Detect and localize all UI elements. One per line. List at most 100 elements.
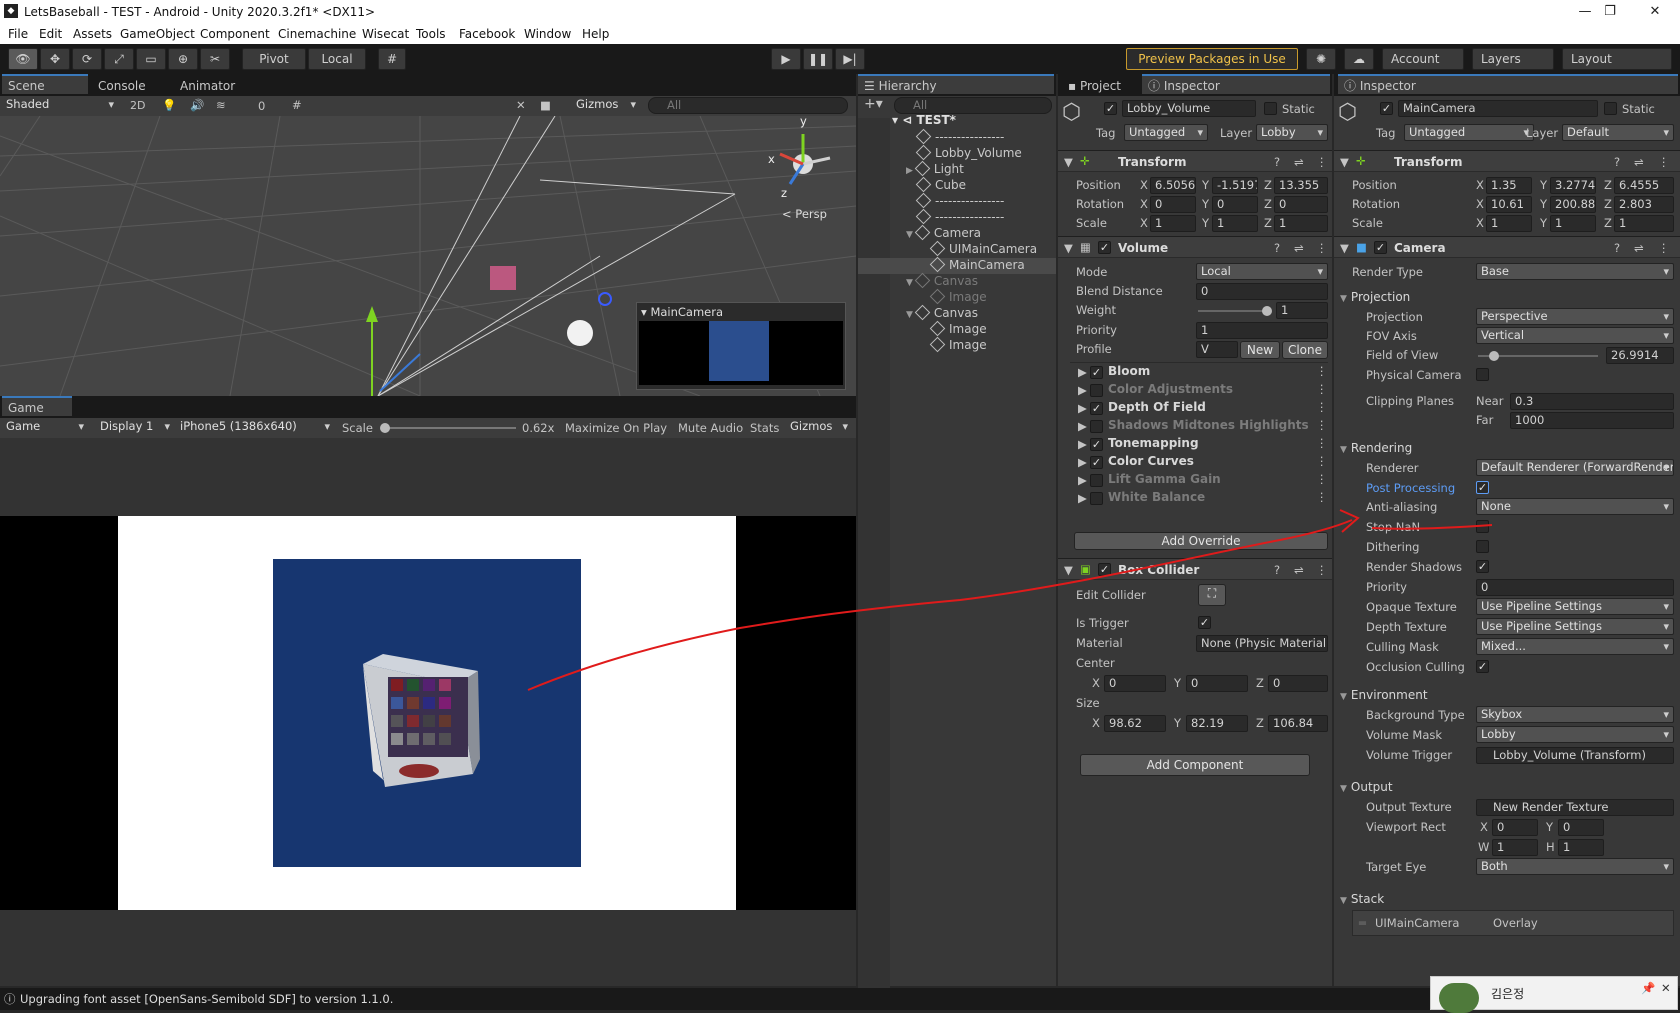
static-checkbox[interactable]: [1264, 102, 1277, 115]
tab-project[interactable]: ▪ Project: [1062, 76, 1142, 96]
profile-field[interactable]: V: [1196, 341, 1238, 358]
scale-y-field[interactable]: 1: [1212, 215, 1258, 232]
context-menu-icon[interactable]: ⋮: [1316, 241, 1328, 255]
context-menu-icon[interactable]: ⋮: [1316, 563, 1328, 577]
expand-arrow-icon[interactable]: ▶: [1078, 419, 1087, 433]
override-checkbox[interactable]: ✓: [1090, 366, 1103, 379]
scale-slider[interactable]: [380, 423, 516, 433]
context-menu-icon[interactable]: ⋮: [1316, 155, 1328, 169]
layer-dropdown[interactable]: Default: [1562, 124, 1674, 141]
override-depth-of-field[interactable]: Depth Of Field: [1108, 400, 1206, 414]
position-y-field[interactable]: 3.2774: [1550, 177, 1596, 194]
override-color-curves[interactable]: Color Curves: [1108, 454, 1194, 468]
fov-field[interactable]: 26.9914: [1606, 347, 1674, 364]
projection-section[interactable]: ▼ Projection: [1340, 290, 1410, 304]
scale-slider-handle[interactable]: [380, 423, 390, 433]
dithering-checkbox[interactable]: [1476, 540, 1489, 553]
hierarchy-item[interactable]: ----------------: [915, 192, 1004, 209]
layer-dropdown[interactable]: Lobby: [1256, 124, 1328, 141]
volume-mask-dropdown[interactable]: Lobby: [1476, 726, 1674, 743]
preset-icon[interactable]: ⇌: [1294, 155, 1304, 169]
layers-dropdown[interactable]: Layers: [1472, 48, 1554, 70]
expand-arrow-icon[interactable]: ▼: [906, 278, 913, 288]
effects-icon[interactable]: ≋: [216, 98, 226, 112]
background-type-dropdown[interactable]: Skybox: [1476, 706, 1674, 723]
menu-component[interactable]: Component: [200, 27, 270, 41]
projection-dropdown[interactable]: Perspective: [1476, 308, 1674, 325]
blend-distance-field[interactable]: 0: [1196, 283, 1328, 300]
weight-slider-handle[interactable]: [1262, 306, 1272, 316]
viewport-h-field[interactable]: 1: [1558, 839, 1604, 856]
override-lift-gamma-gain[interactable]: Lift Gamma Gain: [1108, 472, 1221, 486]
tab-inspector[interactable]: ⓘ Inspector: [1142, 74, 1330, 94]
override-checkbox[interactable]: ✓: [1090, 438, 1103, 451]
override-shadows-midtones-highlights[interactable]: Shadows Midtones Highlights: [1108, 418, 1309, 432]
override-checkbox[interactable]: [1090, 420, 1103, 433]
stop-nan-checkbox[interactable]: [1476, 520, 1489, 533]
expand-arrow-icon[interactable]: ▶: [1078, 437, 1087, 451]
close-button[interactable]: ✕: [1640, 2, 1670, 22]
depth-texture-dropdown[interactable]: Use Pipeline Settings: [1476, 618, 1674, 635]
help-icon[interactable]: ?: [1274, 241, 1280, 255]
scene-viewport[interactable]: y x z < Persp ▾ MainCamera: [0, 116, 856, 396]
tab-scene[interactable]: Scene: [2, 74, 88, 94]
opaque-texture-dropdown[interactable]: Use Pipeline Settings: [1476, 598, 1674, 615]
gizmos-dropdown[interactable]: Gizmos: [572, 97, 640, 114]
fov-slider-handle[interactable]: [1489, 351, 1499, 361]
override-menu-icon[interactable]: ⋮: [1316, 454, 1328, 468]
static-label[interactable]: Static: [1622, 102, 1655, 116]
scale-tool-icon[interactable]: ⤢: [104, 48, 134, 70]
tag-dropdown[interactable]: Untagged: [1124, 124, 1208, 141]
override-menu-icon[interactable]: ⋮: [1316, 436, 1328, 450]
hierarchy-item[interactable]: Image: [929, 288, 987, 305]
hierarchy-item[interactable]: ▼ Canvas: [906, 272, 978, 289]
add-override-button[interactable]: Add Override: [1074, 532, 1328, 550]
transform-header[interactable]: ▼ ✛ Transform ? ⇌ ⋮: [1334, 150, 1680, 172]
collapse-arrow-icon[interactable]: ▼: [1064, 563, 1073, 577]
step-button[interactable]: ▶|: [835, 48, 865, 70]
transform-tool-icon[interactable]: ⊕: [168, 48, 198, 70]
menu-wisecat[interactable]: Wisecat: [362, 27, 409, 41]
move-tool-icon[interactable]: ✥: [40, 48, 70, 70]
override-menu-icon[interactable]: ⋮: [1316, 364, 1328, 378]
game-gizmos-dropdown[interactable]: Gizmos: [786, 419, 852, 436]
scale-z-field[interactable]: 1: [1614, 215, 1674, 232]
tab-inspector-2[interactable]: ⓘ Inspector: [1338, 74, 1678, 94]
resolution-dropdown[interactable]: iPhone5 (1386x640): [176, 419, 334, 436]
notification-close-icon[interactable]: ✕: [1661, 981, 1671, 995]
local-button[interactable]: Local: [308, 48, 366, 70]
weight-slider[interactable]: [1198, 306, 1272, 316]
hierarchy-item[interactable]: ----------------: [915, 128, 1004, 145]
rotation-x-field[interactable]: 0: [1150, 196, 1196, 213]
culling-mask-dropdown[interactable]: Mixed...: [1476, 638, 1674, 655]
tab-animator[interactable]: Animator: [174, 76, 264, 96]
collab-icon[interactable]: ✺: [1306, 48, 1336, 70]
object-name-input[interactable]: MainCamera: [1398, 100, 1598, 117]
preset-icon[interactable]: ⇌: [1634, 155, 1644, 169]
renderer-dropdown[interactable]: Default Renderer (ForwardRenderer): [1476, 459, 1674, 476]
rotation-x-field[interactable]: 10.61: [1486, 196, 1532, 213]
grid-icon[interactable]: #: [292, 98, 302, 112]
notification-popup[interactable]: 김은정 📌 ✕: [1430, 976, 1678, 1013]
add-object-icon[interactable]: +▾: [864, 96, 883, 112]
override-menu-icon[interactable]: ⋮: [1316, 400, 1328, 414]
gizmo-axis-y[interactable]: y: [800, 116, 807, 128]
fov-axis-dropdown[interactable]: Vertical: [1476, 327, 1674, 344]
menu-edit[interactable]: Edit: [39, 27, 62, 41]
expand-arrow-icon[interactable]: ▶: [1078, 455, 1087, 469]
near-field[interactable]: 0.3: [1510, 393, 1674, 410]
target-eye-dropdown[interactable]: Both: [1476, 858, 1674, 875]
volume-trigger-field[interactable]: Lobby_Volume (Transform): [1476, 747, 1674, 764]
grid-snap-icon[interactable]: #: [378, 48, 406, 70]
render-shadows-checkbox[interactable]: ✓: [1476, 560, 1489, 573]
new-profile-button[interactable]: New: [1240, 341, 1280, 359]
tab-game[interactable]: Game: [2, 396, 72, 416]
gizmo-axis-z[interactable]: z: [781, 186, 787, 200]
gizmo-axis-x[interactable]: x: [768, 152, 775, 166]
anti-aliasing-dropdown[interactable]: None: [1476, 498, 1674, 515]
help-icon[interactable]: ?: [1274, 563, 1280, 577]
expand-arrow-icon[interactable]: ▼: [906, 310, 913, 320]
override-checkbox[interactable]: [1090, 384, 1103, 397]
rotation-z-field[interactable]: 2.803: [1614, 196, 1674, 213]
static-label[interactable]: Static: [1282, 102, 1315, 116]
